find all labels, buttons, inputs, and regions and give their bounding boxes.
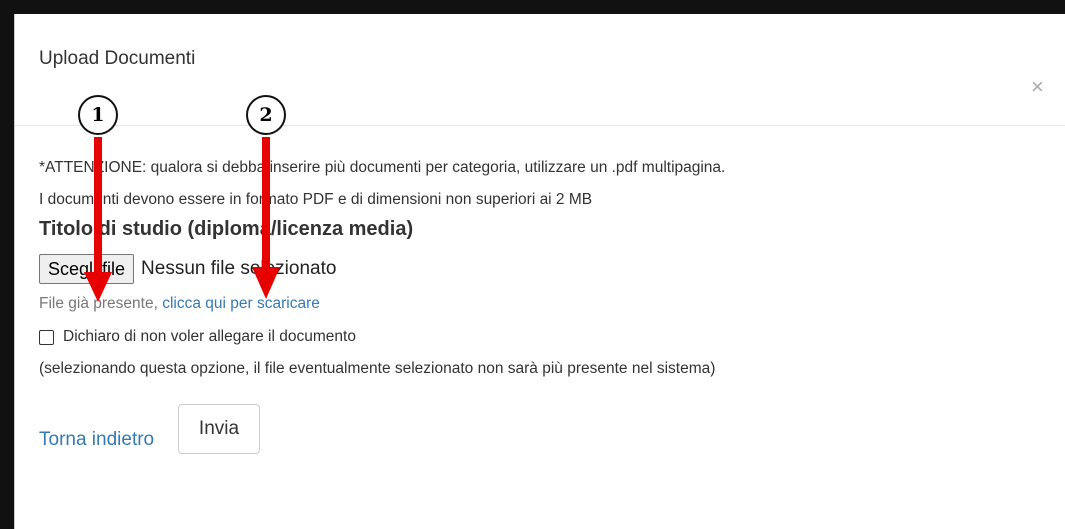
back-link[interactable]: Torna indietro [39, 429, 154, 451]
submit-button[interactable]: Invia [178, 404, 260, 454]
black-frame-top [0, 0, 1065, 14]
checkbox-label: Dichiaro di non voler allegare il docume… [63, 328, 356, 345]
annotation-marker-1: 1 [78, 95, 118, 135]
black-frame-left [0, 0, 14, 529]
checkbox-note: (selezionando questa opzione, il file ev… [39, 360, 716, 377]
file-status: Nessun file selezionato [141, 258, 337, 279]
close-icon[interactable]: × [1031, 76, 1044, 98]
annotation-marker-2: 2 [246, 95, 286, 135]
notice-format: I documenti devono essere in formato PDF… [39, 191, 593, 208]
existing-file-label: File già presente, [39, 295, 163, 312]
no-attach-row: Dichiaro di non voler allegare il docume… [39, 328, 356, 346]
download-link[interactable]: clicca qui per scaricare [162, 295, 320, 312]
upload-modal: Upload Documenti × *ATTENZIONE: qualora … [14, 14, 1065, 529]
modal-title: Upload Documenti [39, 48, 196, 69]
notice-attention: *ATTENZIONE: qualora si debba inserire p… [39, 159, 726, 176]
choose-file-button[interactable]: Scegli file [39, 254, 135, 284]
header-divider [15, 125, 1065, 126]
no-attach-checkbox[interactable] [39, 329, 54, 345]
file-input: Scegli file Nessun file selezionato [39, 253, 336, 285]
existing-file-text: File già presente, clicca qui per scaric… [39, 295, 320, 313]
section-title: Titolo di studio (diploma/licenza media) [39, 218, 414, 240]
